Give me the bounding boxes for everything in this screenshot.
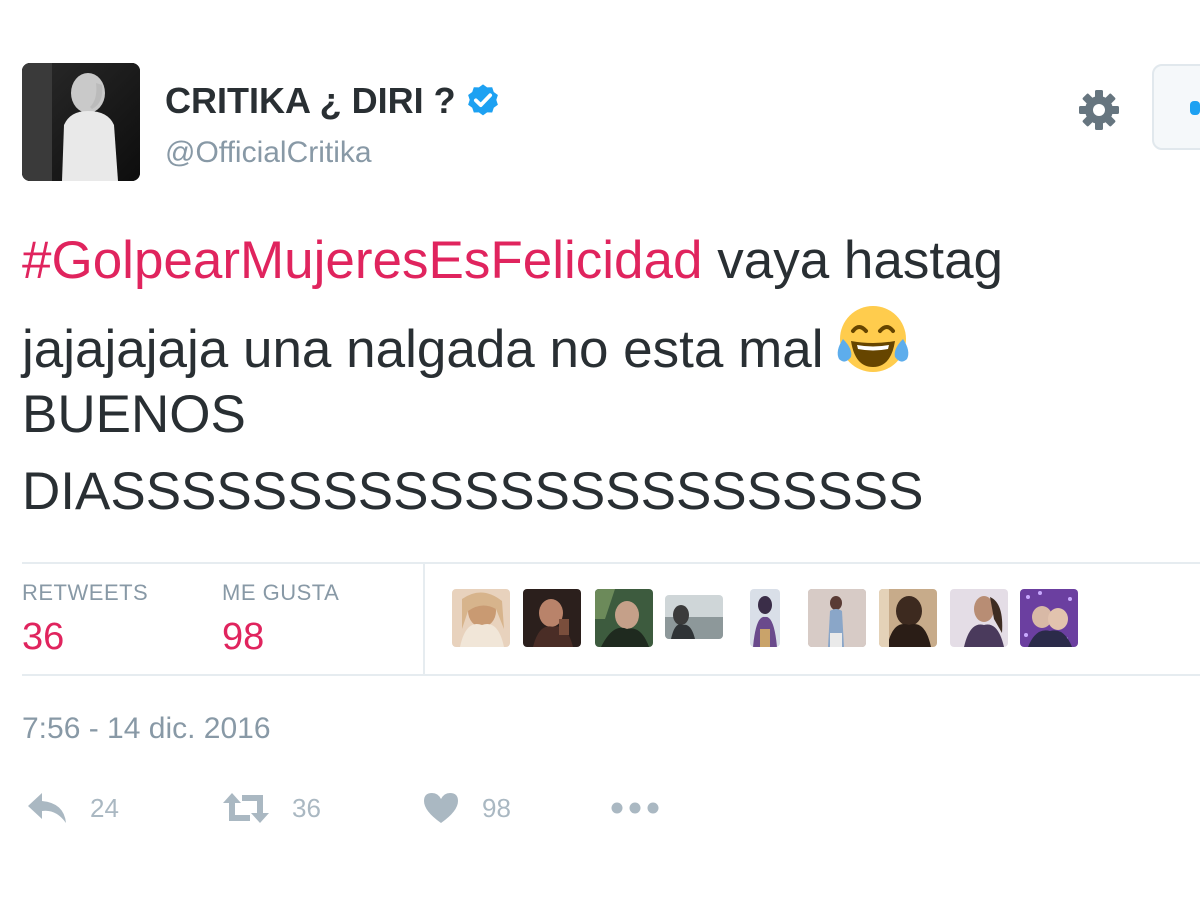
liker-avatar[interactable] <box>1020 589 1078 647</box>
author-display-name[interactable]: CRITIKA ¿ DIRI ? <box>165 80 502 122</box>
tweet-card: CRITIKA ¿ DIRI ? @OfficialCritika #Golpe… <box>0 0 1200 900</box>
likes-stat[interactable]: ME GUSTA 98 <box>222 580 339 659</box>
heart-icon <box>422 791 460 825</box>
retweet-icon <box>222 791 270 825</box>
follow-button[interactable] <box>1152 64 1200 150</box>
like-button[interactable]: 98 <box>422 788 511 828</box>
reply-button[interactable]: 24 <box>26 788 119 828</box>
retweet-button[interactable]: 36 <box>222 788 321 828</box>
more-dots-icon <box>610 801 660 815</box>
display-name-text: CRITIKA ¿ DIRI ? <box>165 80 456 121</box>
author-avatar[interactable] <box>22 63 140 181</box>
more-options-button[interactable] <box>610 788 660 828</box>
tweet-text-line-4: DIASSSSSSSSSSSSSSSSSSSSSSS <box>22 462 924 521</box>
reply-icon <box>26 791 68 825</box>
liker-avatar[interactable] <box>523 589 581 647</box>
tweet-text-line-3: BUENOS <box>22 385 246 444</box>
tweet-text-segment: vaya hastag <box>702 231 1004 290</box>
author-handle[interactable]: @OfficialCritika <box>165 136 372 170</box>
liker-avatar[interactable] <box>665 595 723 639</box>
retweets-label: RETWEETS <box>22 580 149 605</box>
avatar-photo <box>22 63 140 181</box>
liker-avatar[interactable] <box>750 589 780 647</box>
liker-avatar[interactable] <box>452 589 510 647</box>
like-count: 98 <box>482 792 511 823</box>
liker-avatar[interactable] <box>879 589 937 647</box>
stats-top-divider <box>22 562 1200 564</box>
liker-avatar[interactable] <box>595 589 653 647</box>
retweet-count: 36 <box>292 792 321 823</box>
retweets-count: 36 <box>22 616 65 658</box>
liker-avatar[interactable] <box>950 589 1008 647</box>
follow-person-icon <box>1190 101 1200 115</box>
retweets-stat[interactable]: RETWEETS 36 <box>22 580 148 659</box>
reply-count: 24 <box>90 792 119 823</box>
stats-vertical-divider <box>423 564 425 674</box>
tweet-text: #GolpearMujeresEsFelicidad vaya hastag j… <box>22 222 1200 530</box>
tears-of-joy-emoji-icon <box>833 299 913 379</box>
hashtag-link[interactable]: #GolpearMujeresEsFelicidad <box>22 231 703 290</box>
settings-gear-icon[interactable] <box>1075 86 1123 134</box>
likes-count: 98 <box>222 616 265 658</box>
tweet-timestamp[interactable]: 7:56 - 14 dic. 2016 <box>22 712 271 746</box>
tweet-text-segment: jajajajaja una nalgada no esta mal <box>22 320 824 379</box>
tweet-text-line-1: #GolpearMujeresEsFelicidad vaya hastag <box>22 222 1200 299</box>
stats-bottom-divider <box>22 674 1200 676</box>
liker-avatar[interactable] <box>808 589 866 647</box>
tweet-text-line-2: jajajajaja una nalgada no esta mal <box>22 299 1200 379</box>
likes-label: ME GUSTA <box>222 580 340 605</box>
verified-badge-icon <box>464 82 502 120</box>
